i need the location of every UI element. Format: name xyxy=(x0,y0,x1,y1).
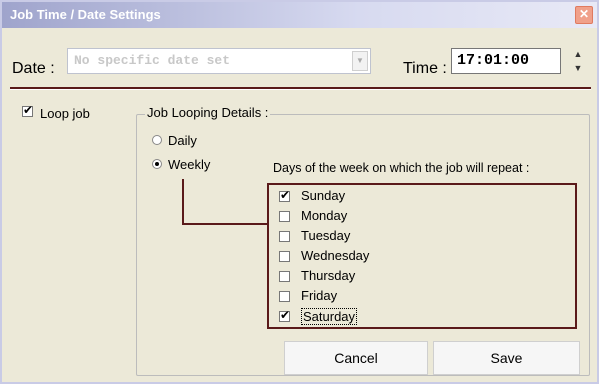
window-title: Job Time / Date Settings xyxy=(10,7,161,22)
loop-job-checkbox[interactable] xyxy=(22,103,33,117)
day-label[interactable]: Wednesday xyxy=(301,248,369,263)
group-title: Job Looping Details : xyxy=(145,105,271,120)
thursday-checkbox[interactable] xyxy=(279,271,290,282)
date-label: Date : xyxy=(12,60,55,77)
friday-checkbox[interactable] xyxy=(279,291,290,302)
job-settings-dialog: Job Time / Date Settings ✕ Date : No spe… xyxy=(0,0,599,384)
day-label[interactable]: Monday xyxy=(301,208,347,223)
sunday-checkbox[interactable] xyxy=(279,188,290,202)
connector-line xyxy=(182,179,184,225)
spin-down-icon[interactable]: ▼ xyxy=(570,62,586,74)
tuesday-checkbox[interactable] xyxy=(279,231,290,242)
day-label[interactable]: Thursday xyxy=(301,268,355,283)
day-label[interactable]: Sunday xyxy=(301,188,345,203)
connector-line xyxy=(182,223,268,225)
days-list: Sunday Monday Tuesday Wednesday Thursday… xyxy=(267,183,577,329)
job-looping-group: Job Looping Details : Daily Weekly Days … xyxy=(136,105,590,376)
daily-radio[interactable] xyxy=(152,135,162,145)
time-input[interactable]: 17:01:00 xyxy=(451,48,561,74)
saturday-checkbox[interactable] xyxy=(279,308,290,322)
close-icon[interactable]: ✕ xyxy=(575,6,593,24)
time-label: Time : xyxy=(403,60,447,77)
weekly-radio[interactable] xyxy=(152,159,162,169)
day-label[interactable]: Saturday xyxy=(301,308,358,325)
spin-up-icon[interactable]: ▲ xyxy=(570,48,586,60)
time-spinner[interactable]: ▲ ▼ xyxy=(570,48,586,76)
date-value: No specific date set xyxy=(74,53,231,68)
save-button[interactable]: Save xyxy=(433,341,580,375)
monday-checkbox[interactable] xyxy=(279,211,290,222)
time-value: 17:01:00 xyxy=(457,52,530,69)
loop-job-label[interactable]: Loop job xyxy=(40,106,90,121)
day-label[interactable]: Tuesday xyxy=(301,228,350,243)
separator-line xyxy=(10,87,591,90)
title-bar[interactable]: Job Time / Date Settings ✕ xyxy=(2,2,597,28)
weekly-label[interactable]: Weekly xyxy=(168,157,210,172)
date-select[interactable]: No specific date set ▼ xyxy=(67,48,371,74)
wednesday-checkbox[interactable] xyxy=(279,251,290,262)
days-prompt: Days of the week on which the job will r… xyxy=(273,161,530,175)
chevron-down-icon[interactable]: ▼ xyxy=(352,51,368,71)
daily-label[interactable]: Daily xyxy=(168,133,197,148)
cancel-button[interactable]: Cancel xyxy=(284,341,428,375)
day-label[interactable]: Friday xyxy=(301,288,337,303)
